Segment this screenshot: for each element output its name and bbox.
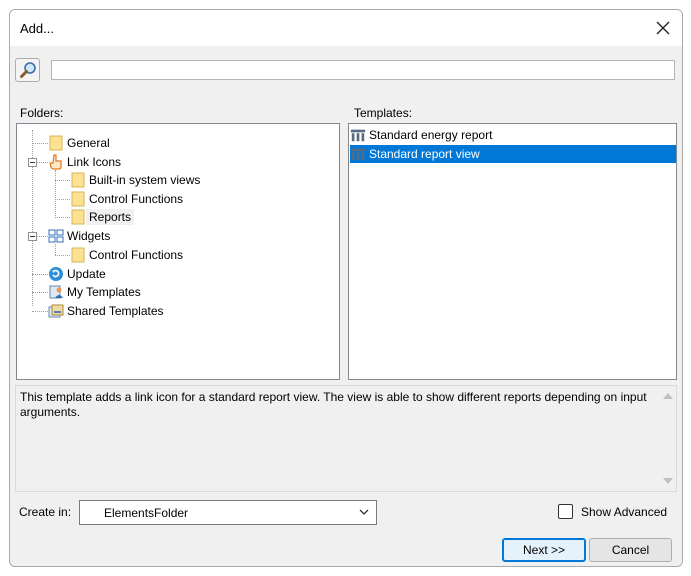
tree-guide bbox=[55, 170, 56, 216]
close-icon bbox=[656, 21, 670, 35]
folder-icon bbox=[70, 209, 86, 225]
collapse-toggle[interactable] bbox=[28, 232, 37, 241]
title-bar: Add... bbox=[10, 10, 682, 46]
tree-guide bbox=[32, 311, 48, 312]
search-icon bbox=[19, 62, 36, 78]
create-in-value: ElementsFolder bbox=[104, 506, 189, 520]
tree-item-control-functions[interactable]: Control Functions bbox=[70, 190, 186, 208]
folder-icon bbox=[48, 135, 64, 151]
scroll-up-icon[interactable] bbox=[663, 393, 673, 399]
cancel-button[interactable]: Cancel bbox=[589, 538, 672, 562]
folder-icon bbox=[70, 191, 86, 207]
add-dialog: Add... Folders: Templates: General Link … bbox=[9, 9, 683, 567]
tree-guide bbox=[55, 217, 70, 218]
create-in-select[interactable]: ElementsFolder bbox=[79, 500, 377, 525]
tree-item-reports[interactable]: Reports bbox=[70, 208, 135, 226]
templates-list[interactable]: Standard energy report Standard report v… bbox=[348, 123, 677, 380]
tree-guide bbox=[55, 180, 70, 181]
report-table-icon bbox=[350, 146, 366, 162]
templates-label: Templates: bbox=[354, 106, 413, 120]
description-scrollbar[interactable] bbox=[659, 386, 676, 491]
template-item-label: Standard energy report bbox=[369, 128, 493, 142]
tree-item-update[interactable]: Update bbox=[48, 265, 109, 283]
search-input[interactable] bbox=[51, 60, 675, 80]
tree-guide bbox=[55, 244, 56, 255]
tree-item-link-icons[interactable]: Link Icons bbox=[48, 153, 124, 171]
show-advanced-label[interactable]: Show Advanced bbox=[581, 505, 667, 519]
tree-item-label: Link Icons bbox=[67, 155, 122, 169]
description-text: This template adds a link icon for a sta… bbox=[20, 390, 647, 419]
tree-item-widgets[interactable]: Widgets bbox=[48, 227, 113, 245]
tree-item-label: Reports bbox=[86, 209, 135, 225]
folder-tree[interactable]: General Link Icons Built-in system views… bbox=[16, 123, 340, 380]
tree-item-label: My Templates bbox=[67, 285, 141, 299]
folder-icon bbox=[70, 172, 86, 188]
template-item-standard-report-view[interactable]: Standard report view bbox=[350, 145, 676, 163]
create-in-label: Create in: bbox=[19, 505, 72, 519]
folders-label: Folders: bbox=[20, 106, 64, 120]
collapse-toggle[interactable] bbox=[28, 158, 37, 167]
tree-guide bbox=[32, 292, 48, 293]
tree-guide bbox=[55, 255, 70, 256]
tree-guide bbox=[32, 130, 33, 306]
tree-item-label: General bbox=[67, 136, 110, 150]
tree-item-label: Built-in system views bbox=[89, 173, 201, 187]
widgets-grid-icon bbox=[48, 228, 64, 244]
tree-item-my-templates[interactable]: My Templates bbox=[48, 283, 144, 301]
tree-item-built-in-system-views[interactable]: Built-in system views bbox=[70, 171, 203, 189]
tree-item-label: Widgets bbox=[67, 229, 111, 243]
update-icon bbox=[48, 266, 64, 282]
folder-icon bbox=[70, 247, 86, 263]
close-button[interactable] bbox=[650, 16, 676, 40]
scroll-down-icon[interactable] bbox=[663, 478, 673, 484]
description-box: This template adds a link icon for a sta… bbox=[15, 385, 677, 492]
tree-guide bbox=[55, 199, 70, 200]
tree-item-shared-templates[interactable]: Shared Templates bbox=[48, 302, 167, 320]
template-item-label: Standard report view bbox=[369, 147, 480, 161]
tree-item-label: Control Functions bbox=[89, 248, 184, 262]
template-item-standard-energy-report[interactable]: Standard energy report bbox=[350, 126, 676, 144]
search-button[interactable] bbox=[15, 58, 40, 82]
tree-item-label: Shared Templates bbox=[67, 304, 164, 318]
tree-item-general[interactable]: General bbox=[48, 134, 113, 152]
hand-pointer-icon bbox=[48, 154, 64, 170]
next-button[interactable]: Next >> bbox=[502, 538, 586, 562]
user-templates-icon bbox=[48, 284, 64, 300]
shared-templates-icon bbox=[48, 303, 64, 319]
tree-guide bbox=[37, 162, 48, 163]
tree-item-label: Update bbox=[67, 267, 106, 281]
tree-item-label: Control Functions bbox=[89, 192, 184, 206]
dialog-title: Add... bbox=[20, 21, 54, 36]
tree-guide bbox=[37, 236, 48, 237]
report-table-icon bbox=[350, 127, 366, 143]
chevron-down-icon bbox=[359, 509, 369, 515]
tree-item-widgets-control-functions[interactable]: Control Functions bbox=[70, 246, 186, 264]
tree-guide bbox=[32, 274, 48, 275]
show-advanced-checkbox[interactable] bbox=[558, 504, 573, 519]
tree-guide bbox=[32, 143, 48, 144]
